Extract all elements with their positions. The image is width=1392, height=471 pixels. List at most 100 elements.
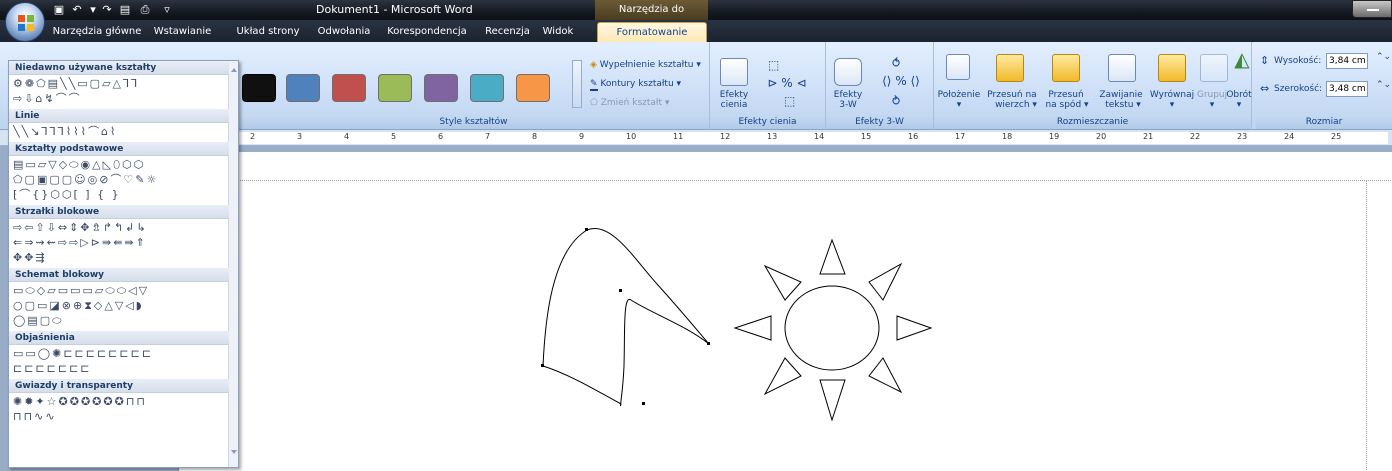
rotate-button[interactable]: Obrót: [1222, 90, 1256, 100]
ruler-mark: 12: [720, 132, 731, 141]
3d-effects-button[interactable]: Efekty 3-W: [828, 90, 868, 110]
style-swatch-red[interactable]: [332, 74, 366, 102]
tab-review[interactable]: Recenzja: [480, 22, 535, 42]
gallery-category-header: Strzałki blokowe: [9, 205, 229, 219]
align-icon[interactable]: [1158, 54, 1186, 82]
gallery-shape-row[interactable]: ✺✹✦☆✪✪✪✪✪✪⊓⊓: [13, 395, 229, 409]
gallery-shape-row[interactable]: ⬠▢▣▢▢☺◎⊘⌒♡✎☼: [13, 173, 229, 187]
group-label-arrange: Rozmieszczanie: [934, 115, 1251, 129]
width-input[interactable]: 3,48 cm: [1326, 81, 1368, 97]
shadow-effects-icon[interactable]: [720, 58, 748, 86]
gallery-shape-row[interactable]: ⚙❁⬠▤╲╲▭▢▱△⅂⅂: [13, 77, 229, 91]
office-button[interactable]: [5, 2, 45, 42]
ruler-mark: 11: [673, 132, 684, 141]
group-shadow-effects: Efekty cienia ⬚ ⊳ % ⊲ ⬚ Efekty cienia: [710, 42, 826, 130]
save-icon[interactable]: ▣: [52, 3, 66, 17]
change-shape-button[interactable]: ⬠ Zmień kształt ▾: [590, 98, 669, 108]
nudge-shadow-down-icon[interactable]: ⬚: [784, 95, 795, 107]
styles-gallery-scroll[interactable]: [572, 60, 582, 108]
position-dropdown-icon[interactable]: ▾: [934, 100, 984, 110]
3d-effects-icon[interactable]: [834, 58, 862, 86]
gallery-shape-row[interactable]: ⇨⇩⌂↯⌒⌒: [13, 92, 229, 106]
tab-view[interactable]: Widok: [537, 22, 579, 42]
height-input[interactable]: 3,84 cm: [1326, 53, 1368, 69]
align-button[interactable]: Wyrównaj: [1146, 90, 1198, 100]
shapes-gallery[interactable]: Niedawno używane kształty ⚙❁⬠▤╲╲▭▢▱△⅂⅂ ⇨⇩⌂…: [8, 60, 239, 468]
bring-to-front-line2[interactable]: wierzch ▾: [986, 100, 1046, 110]
text-wrap-line1[interactable]: Zawijanie: [1094, 90, 1148, 100]
tab-mailings[interactable]: Korespondencja: [382, 22, 472, 42]
gallery-shape-row[interactable]: ▤▭▱▽◇⬭◉△◺⬯⬡⬡: [13, 158, 229, 172]
ruler-mark: 8: [532, 132, 538, 141]
document-page[interactable]: [178, 152, 1392, 471]
send-to-back-line1[interactable]: Przesuń: [1040, 90, 1092, 100]
bring-to-front-icon[interactable]: [996, 54, 1024, 82]
redo-icon[interactable]: ↷: [100, 3, 114, 17]
shadow-on-off-icon[interactable]: ⊳ % ⊲: [762, 77, 812, 89]
print-preview-icon[interactable]: ▤: [118, 3, 132, 17]
nudge-shadow-up-icon[interactable]: ⬚: [768, 59, 779, 71]
style-swatch-black[interactable]: [242, 74, 276, 102]
shape-fill-button[interactable]: ◈ Wypełnienie kształtu ▾: [590, 60, 701, 70]
tilt-down-icon[interactable]: ⥁: [892, 95, 900, 107]
align-dropdown-icon[interactable]: ▾: [1146, 100, 1198, 110]
send-to-back-icon[interactable]: [1052, 54, 1080, 82]
rotate-dropdown-icon[interactable]: ▾: [1222, 100, 1256, 110]
tab-format[interactable]: Formatowanie: [597, 22, 707, 42]
customize-qat-icon[interactable]: ▿: [160, 3, 174, 17]
bring-to-front-line1[interactable]: Przesuń na: [982, 90, 1042, 100]
gallery-shape-row[interactable]: ◯▤▢⬭: [13, 314, 229, 328]
position-icon[interactable]: [946, 54, 970, 80]
gallery-shape-row[interactable]: ⇨⇦⇧⇩⇔⇕✥⇯↱↰↲↳: [13, 221, 229, 235]
gallery-shape-row[interactable]: ⊏⊏⊏⊏⊏⊏⊏: [13, 362, 229, 376]
gallery-shape-row[interactable]: ○▢▭◪⊗⊕⧗◇△▽◁◗: [13, 299, 229, 313]
group-3d-effects: Efekty 3-W ⥀ ⟨⟩ % ⟨⟩ ⥁ Efekty 3-W: [826, 42, 934, 130]
curve-handle[interactable]: [585, 228, 588, 231]
group-icon[interactable]: [1200, 54, 1228, 82]
gallery-scrollbar[interactable]: [228, 61, 238, 467]
ruler-mark: 3: [297, 132, 303, 141]
style-swatch-blue[interactable]: [286, 74, 320, 102]
quick-print-icon[interactable]: ⎙: [138, 3, 152, 17]
style-swatch-purple[interactable]: [424, 74, 458, 102]
style-swatch-aqua[interactable]: [470, 74, 504, 102]
send-to-back-line2[interactable]: na spód ▾: [1038, 100, 1096, 110]
ruler-mark: 16: [908, 132, 919, 141]
curve-handle[interactable]: [642, 402, 645, 405]
gallery-shape-row[interactable]: ▭▭◯✺⊏⊏⊏⊏⊏⊏⊏⊏: [13, 347, 229, 361]
tab-home[interactable]: Narzędzia główne: [52, 22, 142, 42]
height-spinner-icon[interactable]: ⌃⌄: [1376, 52, 1391, 62]
shape-outline-button[interactable]: ✎ Kontury kształtu ▾: [590, 79, 681, 91]
style-swatch-green[interactable]: [378, 74, 412, 102]
gallery-shape-row[interactable]: ✥✥⇶: [13, 251, 229, 265]
group-label-shadow: Efekty cienia: [710, 115, 825, 129]
tilt-up-icon[interactable]: ⥀: [892, 57, 900, 69]
text-wrap-line2[interactable]: tekstu ▾: [1096, 100, 1150, 110]
3d-on-off-icon[interactable]: ⟨⟩ % ⟨⟩: [872, 75, 930, 87]
minimize-button[interactable]: [1352, 0, 1392, 18]
position-button[interactable]: Położenie: [934, 90, 984, 100]
ruler-mark: 17: [955, 132, 966, 141]
gallery-shape-row[interactable]: ▭⬭◇▱▭▭▭▱⬭⬭◁▽: [13, 284, 229, 298]
dropdown-icon[interactable]: ▾: [86, 3, 100, 17]
freeform-curve[interactable]: [542, 227, 710, 407]
word-window: ▣ ↶ ▾ ↷ ▤ ⎙ ▿ Dokument1 - Microsoft Word…: [0, 0, 1392, 471]
gallery-shape-row[interactable]: ⇐⇒⇝⇜⇨⇨▷⊳⇛⇚⇛⇑: [13, 236, 229, 250]
shadow-effects-button[interactable]: Efekty cienia: [712, 90, 756, 110]
rotate-icon[interactable]: ◭: [1230, 49, 1254, 69]
tab-insert[interactable]: Wstawianie: [145, 22, 220, 42]
sun-shape[interactable]: [733, 238, 933, 422]
undo-icon[interactable]: ↶: [70, 3, 84, 17]
width-spinner-icon[interactable]: ⌃⌄: [1376, 80, 1391, 90]
gallery-shape-row[interactable]: ⊓⊓∿∿: [13, 410, 229, 424]
text-wrap-icon[interactable]: [1108, 54, 1136, 82]
gallery-shape-row[interactable]: ⁅⌒{}⬡⬡[ ] { }: [13, 188, 229, 202]
curve-handle[interactable]: [541, 364, 544, 367]
curve-handle[interactable]: [707, 342, 710, 345]
gallery-shape-row[interactable]: ╲╲↘⅂⅂⅂⌇⌇⌇⌒⌂⌇: [13, 125, 229, 139]
tab-references[interactable]: Odwołania: [312, 22, 376, 42]
sun-ray-bottom: [819, 379, 846, 422]
tab-page-layout[interactable]: Układ strony: [232, 22, 304, 42]
curve-handle[interactable]: [619, 289, 622, 292]
style-swatch-orange[interactable]: [516, 74, 550, 102]
